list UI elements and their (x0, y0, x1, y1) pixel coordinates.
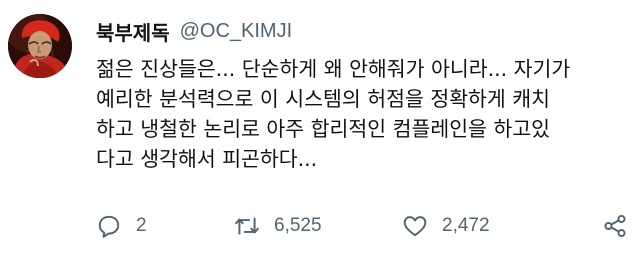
tweet-text-line: 다고 생각해서 피곤하다... (96, 147, 318, 171)
like-count: 2,472 (442, 215, 490, 236)
tweet-text: 젊은 진상들은... 단순하게 왜 안해줘가 아니라... 자기가 예리한 분석… (96, 54, 636, 174)
avatar[interactable] (8, 14, 72, 78)
reply-button[interactable]: 2 (96, 208, 147, 244)
like-button[interactable]: 2,472 (402, 208, 490, 244)
heart-icon (402, 213, 428, 239)
user-handle[interactable]: @OC_KIMJI (180, 20, 293, 43)
display-name[interactable]: 북부제독 (96, 17, 170, 46)
tweet-card: 북부제독 @OC_KIMJI 젊은 진상들은... 단순하게 왜 안해줘가 아니… (0, 0, 640, 260)
tweet-text-line: 예리한 분석력으로 이 시스템의 허점을 정확하게 캐치 (96, 87, 551, 111)
tweet-header: 북부제독 @OC_KIMJI (96, 16, 292, 46)
tweet-text-line: 젊은 진상들은... 단순하게 왜 안해줘가 아니라... 자기가 (96, 57, 571, 81)
tweet-actions: 2 6,525 2,472 (96, 208, 636, 244)
share-button[interactable] (602, 208, 628, 244)
retweet-icon (234, 213, 260, 239)
avatar-portrait-image (8, 14, 72, 78)
tweet-text-line: 하고 냉철한 논리로 아주 합리적인 컴플레인을 하고있 (96, 117, 551, 141)
retweet-button[interactable]: 6,525 (234, 208, 322, 244)
share-icon (602, 213, 628, 239)
retweet-count: 6,525 (274, 215, 322, 236)
reply-icon (96, 213, 122, 239)
reply-count: 2 (136, 215, 147, 236)
